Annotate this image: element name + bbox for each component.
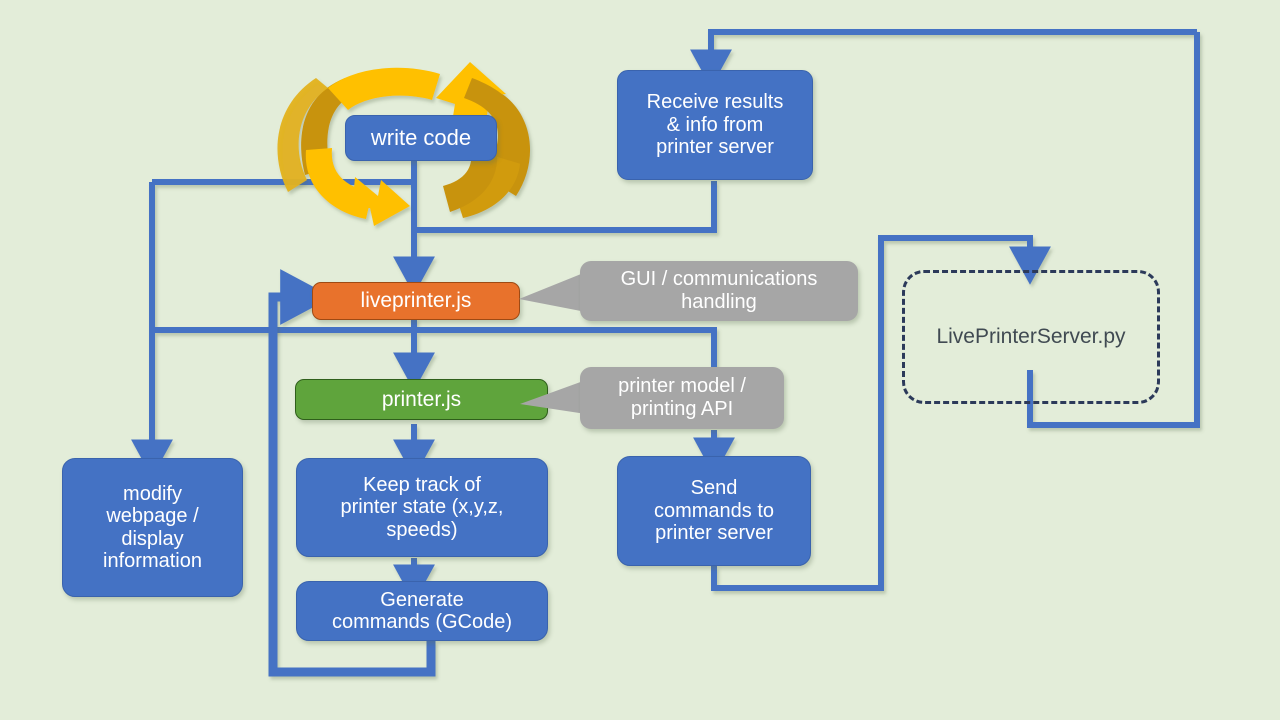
node-generate-commands[interactable]: Generate commands (GCode)	[296, 581, 548, 641]
node-printer-js-label: printer.js	[381, 387, 462, 411]
node-modify-webpage-label: modify webpage / display information	[103, 482, 202, 572]
node-liveprinter-server[interactable]: LivePrinterServer.py	[902, 270, 1160, 404]
node-liveprinter-server-label: LivePrinterServer.py	[936, 325, 1126, 348]
callout-printer-model-label: printer model / printing API	[618, 375, 746, 420]
callout-gui-communications-label: GUI / communications handling	[620, 268, 818, 313]
node-liveprinter-js-label: liveprinter.js	[360, 289, 472, 313]
node-liveprinter-js[interactable]: liveprinter.js	[312, 282, 520, 320]
node-write-code[interactable]: write code	[345, 115, 497, 161]
node-receive-results-label: Receive results & info from printer server	[646, 91, 784, 159]
callout-printer-model: printer model / printing API	[580, 367, 784, 429]
node-write-code-label: write code	[370, 124, 472, 150]
node-generate-commands-label: Generate commands (GCode)	[331, 588, 513, 633]
node-send-commands-label: Send commands to printer server	[653, 477, 775, 545]
line-liveprinter-right-bus	[414, 327, 717, 372]
node-send-commands[interactable]: Send commands to printer server	[617, 456, 811, 566]
callout-gui-communications: GUI / communications handling	[580, 261, 858, 321]
node-printer-js[interactable]: printer.js	[295, 379, 548, 420]
diagram-canvas: write code Receive results & info from pri…	[0, 0, 1280, 720]
node-keep-track-label: Keep track of printer state (x,y,z, speeds…	[340, 473, 504, 541]
node-keep-track[interactable]: Keep track of printer state (x,y,z, speeds…	[296, 458, 548, 557]
node-receive-results[interactable]: Receive results & info from printer server	[617, 70, 813, 180]
arrow-toprail-to-receive-results	[690, 29, 1197, 88]
node-modify-webpage[interactable]: modify webpage / display information	[62, 458, 243, 597]
